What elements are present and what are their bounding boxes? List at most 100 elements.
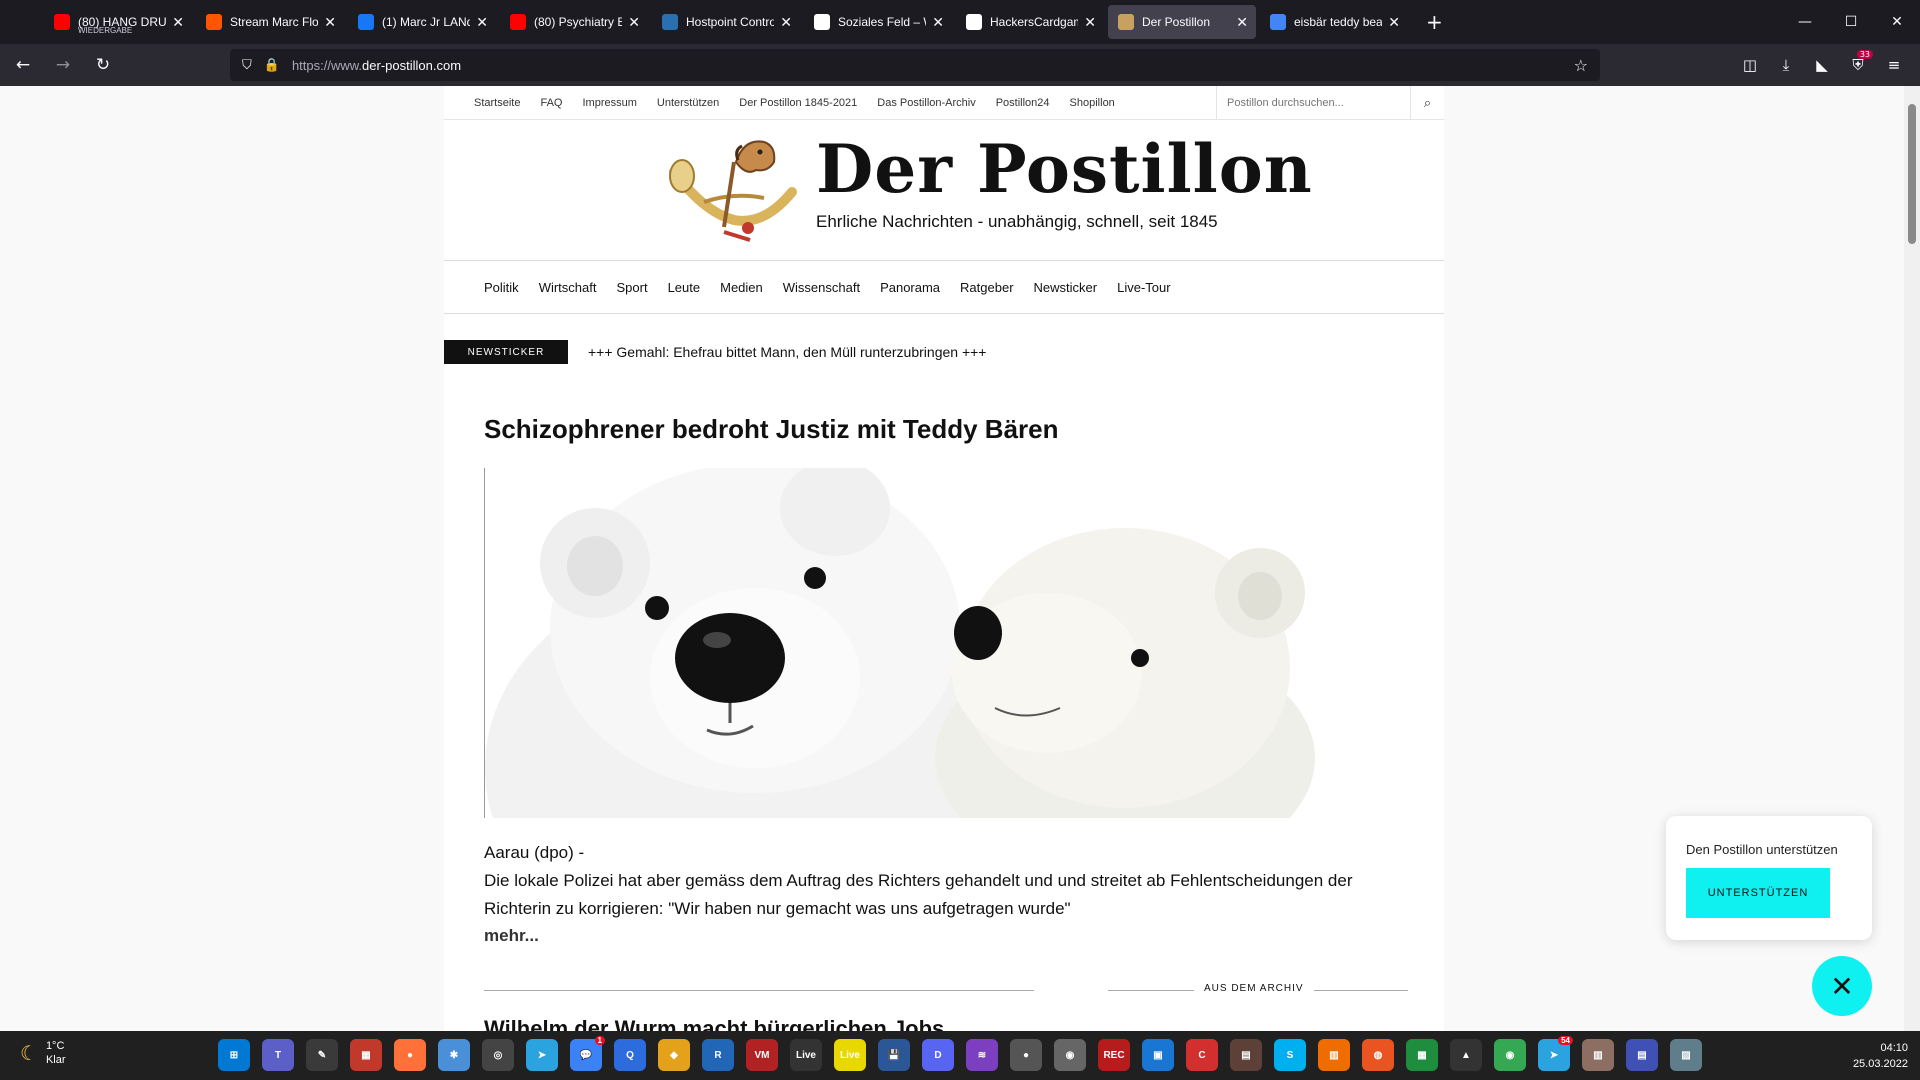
- close-tab-icon[interactable]: ✕: [628, 14, 640, 31]
- browser-tab[interactable]: Der Postillon ✕: [1108, 5, 1256, 39]
- controller-icon[interactable]: ◉: [1054, 1039, 1086, 1071]
- mainnav-link[interactable]: Live-Tour: [1117, 280, 1170, 295]
- site-logo-title[interactable]: Der Postillon: [816, 130, 1313, 208]
- settings-gear-icon[interactable]: ✱: [438, 1039, 470, 1071]
- search-button[interactable]: ⌕: [1410, 86, 1444, 120]
- obs-icon[interactable]: ◎: [482, 1039, 514, 1071]
- maximize-button[interactable]: ☐: [1828, 0, 1874, 44]
- windows-start-icon[interactable]: ⊞: [218, 1039, 250, 1071]
- mainnav-link[interactable]: Wissenschaft: [783, 280, 860, 295]
- inkscape-icon[interactable]: ▲: [1450, 1039, 1482, 1071]
- telegram-alt-icon[interactable]: ➤ 54: [1538, 1036, 1573, 1071]
- close-tab-icon[interactable]: ✕: [932, 14, 944, 31]
- ubuntu-icon[interactable]: ◍: [1362, 1039, 1394, 1071]
- article-headline[interactable]: Schizophrener bedroht Justiz mit Teddy B…: [484, 414, 1059, 445]
- mainnav-link[interactable]: Ratgeber: [960, 280, 1013, 295]
- skype-icon[interactable]: S: [1274, 1039, 1306, 1071]
- chat-icon[interactable]: 💬 1: [570, 1036, 605, 1071]
- bowling-icon[interactable]: ●: [1010, 1039, 1042, 1071]
- chrome-icon[interactable]: ◉: [1494, 1039, 1526, 1071]
- article-teaser-image[interactable]: [484, 468, 1339, 818]
- mainnav-link[interactable]: Wirtschaft: [539, 280, 597, 295]
- shield-icon[interactable]: ⛉: [242, 58, 252, 73]
- mainnav-link[interactable]: Sport: [616, 280, 647, 295]
- scrollbar-thumb[interactable]: [1908, 104, 1916, 244]
- teams-icon[interactable]: T: [262, 1039, 294, 1071]
- close-tab-icon[interactable]: ✕: [780, 14, 792, 31]
- close-popup-button[interactable]: ✕: [1812, 956, 1872, 1016]
- browser-tab[interactable]: Hostpoint Control Panel ✕: [652, 5, 800, 39]
- browser-tab[interactable]: (80) HANG DRUM + WAVES✕WIEDERGABE: [44, 5, 192, 39]
- next-article-headline[interactable]: Wilhelm der Wurm macht bürgerlichen Jobs: [484, 1016, 944, 1031]
- menu-hamburger-icon[interactable]: ≡: [1876, 48, 1912, 82]
- live-yellow-icon[interactable]: Live: [834, 1039, 866, 1071]
- close-window-button[interactable]: ✕: [1874, 0, 1920, 44]
- browser-tab[interactable]: eisbär teddy bear – Google ✕: [1260, 5, 1408, 39]
- bookmark-star-icon[interactable]: ☆: [1574, 56, 1588, 75]
- read-more-link[interactable]: mehr...: [484, 926, 539, 946]
- topnav-link[interactable]: Der Postillon 1845-2021: [739, 97, 857, 109]
- system-clock[interactable]: 04:10 25.03.2022: [1853, 1040, 1908, 1072]
- close-tab-icon[interactable]: ✕: [1084, 14, 1096, 31]
- browser-tab[interactable]: (80) Psychiatry Before and After ✕: [500, 5, 648, 39]
- git-icon[interactable]: ◆: [658, 1039, 690, 1071]
- r-icon[interactable]: R: [702, 1039, 734, 1071]
- mainnav-link[interactable]: Politik: [484, 280, 519, 295]
- browser-tab[interactable]: Stream Marc Floppy Landolt ✕: [196, 5, 344, 39]
- new-tab-button[interactable]: +: [1426, 10, 1443, 34]
- posthorn-logo-icon[interactable]: [664, 132, 804, 252]
- topnav-link[interactable]: Impressum: [582, 97, 636, 109]
- browser-tab[interactable]: HackersCardgame/Bounty ✕: [956, 5, 1104, 39]
- paint-icon[interactable]: ▨: [1670, 1039, 1702, 1071]
- live-icon[interactable]: Live: [790, 1039, 822, 1071]
- discord-icon[interactable]: D: [922, 1039, 954, 1071]
- pen-icon[interactable]: ✎: [306, 1039, 338, 1071]
- close-tab-icon[interactable]: ✕: [476, 14, 488, 31]
- lock-icon[interactable]: 🔒: [264, 58, 280, 73]
- voicemeeter-icon[interactable]: VM: [746, 1039, 778, 1071]
- pocket-icon[interactable]: ◫: [1732, 48, 1768, 82]
- audio-wave-icon[interactable]: ≋: [966, 1039, 998, 1071]
- calculator-icon[interactable]: ▦: [350, 1039, 382, 1071]
- support-button[interactable]: UNTERSTÜTZEN: [1686, 868, 1830, 918]
- telegram-icon[interactable]: ➤: [526, 1039, 558, 1071]
- books-icon[interactable]: ▥: [1582, 1039, 1614, 1071]
- forward-button[interactable]: →: [46, 48, 80, 82]
- record-icon[interactable]: REC: [1098, 1039, 1130, 1071]
- weather-widget[interactable]: ☾ 1°C Klar: [20, 1039, 66, 1067]
- topnav-link[interactable]: Das Postillon-Archiv: [877, 97, 975, 109]
- download-icon[interactable]: ⤓: [1768, 48, 1804, 82]
- topnav-link[interactable]: Postillon24: [996, 97, 1050, 109]
- minimize-button[interactable]: —: [1782, 0, 1828, 44]
- search-input[interactable]: [1227, 97, 1397, 109]
- newsticker-text[interactable]: +++ Gemahl: Ehefrau bittet Mann, den Mül…: [588, 344, 986, 360]
- corel-icon[interactable]: C: [1186, 1039, 1218, 1071]
- url-text[interactable]: https://www.der-postillon.com: [292, 58, 461, 73]
- browser-tab[interactable]: (1) Marc Jr LANdolt | Facebook ✕: [348, 5, 496, 39]
- save-disk-icon[interactable]: 💾: [878, 1039, 910, 1071]
- notes-icon[interactable]: ▤: [1626, 1039, 1658, 1071]
- topnav-link[interactable]: Startseite: [474, 97, 520, 109]
- back-button[interactable]: ←: [6, 48, 40, 82]
- browser-tab[interactable]: Soziales Feld – Wikipedia ✕: [804, 5, 952, 39]
- reload-button[interactable]: ↻: [86, 48, 120, 82]
- mainnav-link[interactable]: Leute: [668, 280, 701, 295]
- ublock-extension-icon[interactable]: ⛨ 33: [1840, 48, 1876, 82]
- topnav-link[interactable]: Shopillon: [1070, 97, 1115, 109]
- window-app-icon[interactable]: ▣: [1142, 1039, 1174, 1071]
- search-app-icon[interactable]: Q: [614, 1039, 646, 1071]
- extension-arrow-icon[interactable]: ◣: [1804, 48, 1840, 82]
- mainnav-link[interactable]: Newsticker: [1034, 280, 1098, 295]
- photo-icon[interactable]: ▤: [1230, 1039, 1262, 1071]
- spreadsheet-icon[interactable]: ▦: [1406, 1039, 1438, 1071]
- url-bar[interactable]: ⛉ 🔒 https://www.der-postillon.com ☆: [230, 49, 1600, 81]
- topnav-link[interactable]: FAQ: [540, 97, 562, 109]
- close-tab-icon[interactable]: ✕: [324, 14, 336, 31]
- close-tab-icon[interactable]: ✕: [1236, 14, 1248, 31]
- page-scrollbar[interactable]: [1904, 86, 1920, 1031]
- close-tab-icon[interactable]: ✕: [1388, 14, 1400, 31]
- close-tab-icon[interactable]: ✕: [172, 14, 184, 31]
- mainnav-link[interactable]: Panorama: [880, 280, 940, 295]
- mainnav-link[interactable]: Medien: [720, 280, 763, 295]
- topnav-link[interactable]: Unterstützen: [657, 97, 719, 109]
